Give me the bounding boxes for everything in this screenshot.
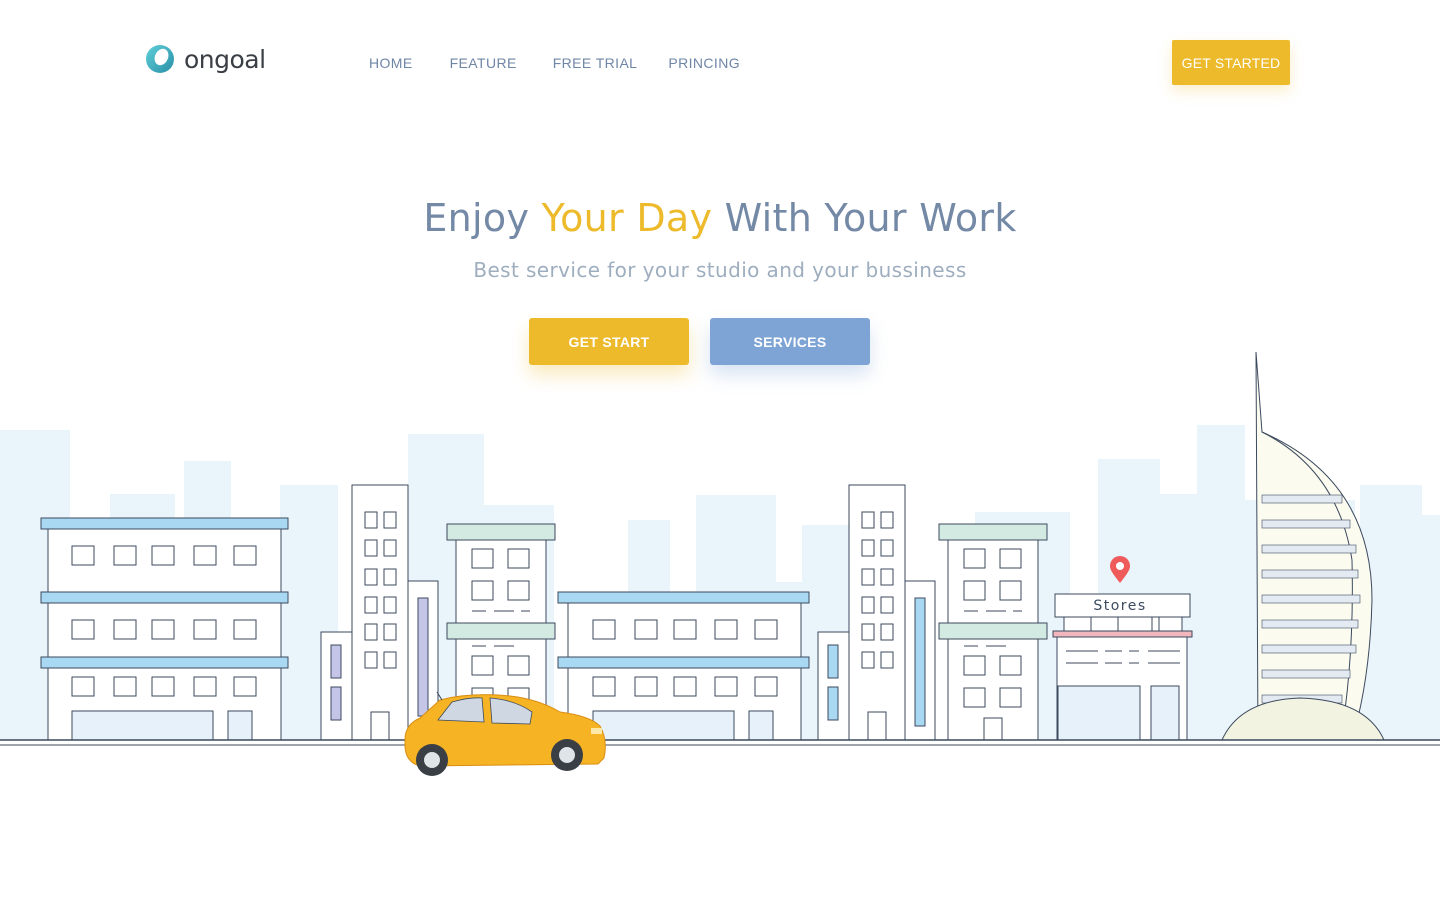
city-illustration: Stores <box>0 351 1440 776</box>
nav-feature[interactable]: FEATURE <box>450 55 517 71</box>
building-left <box>40 517 289 741</box>
road <box>0 739 1440 746</box>
main-nav: HOME FEATURE FREE TRIAL PRINCING <box>369 55 777 71</box>
brand-logo[interactable]: ongoal <box>145 43 266 75</box>
hero-subtitle: Best service for your studio and your bu… <box>473 258 967 282</box>
hero-title-part1: Enjoy <box>423 196 542 240</box>
store-sign: Stores <box>1093 598 1146 614</box>
store-building <box>1052 593 1193 741</box>
building-center <box>557 591 810 741</box>
hero-title: Enjoy Your Day With Your Work <box>0 196 1440 240</box>
get-started-button[interactable]: GET STARTED <box>1172 40 1290 85</box>
nav-free-trial[interactable]: FREE TRIAL <box>553 55 638 71</box>
nav-pricing[interactable]: PRINCING <box>668 55 740 71</box>
brand-name: ongoal <box>184 44 266 74</box>
hero-title-highlight: Your Day <box>541 196 713 240</box>
hero-title-part2: With Your Work <box>712 196 1017 240</box>
circle-swirl-icon <box>146 45 174 73</box>
nav-home[interactable]: HOME <box>369 55 413 71</box>
building-green-2 <box>938 523 1048 741</box>
